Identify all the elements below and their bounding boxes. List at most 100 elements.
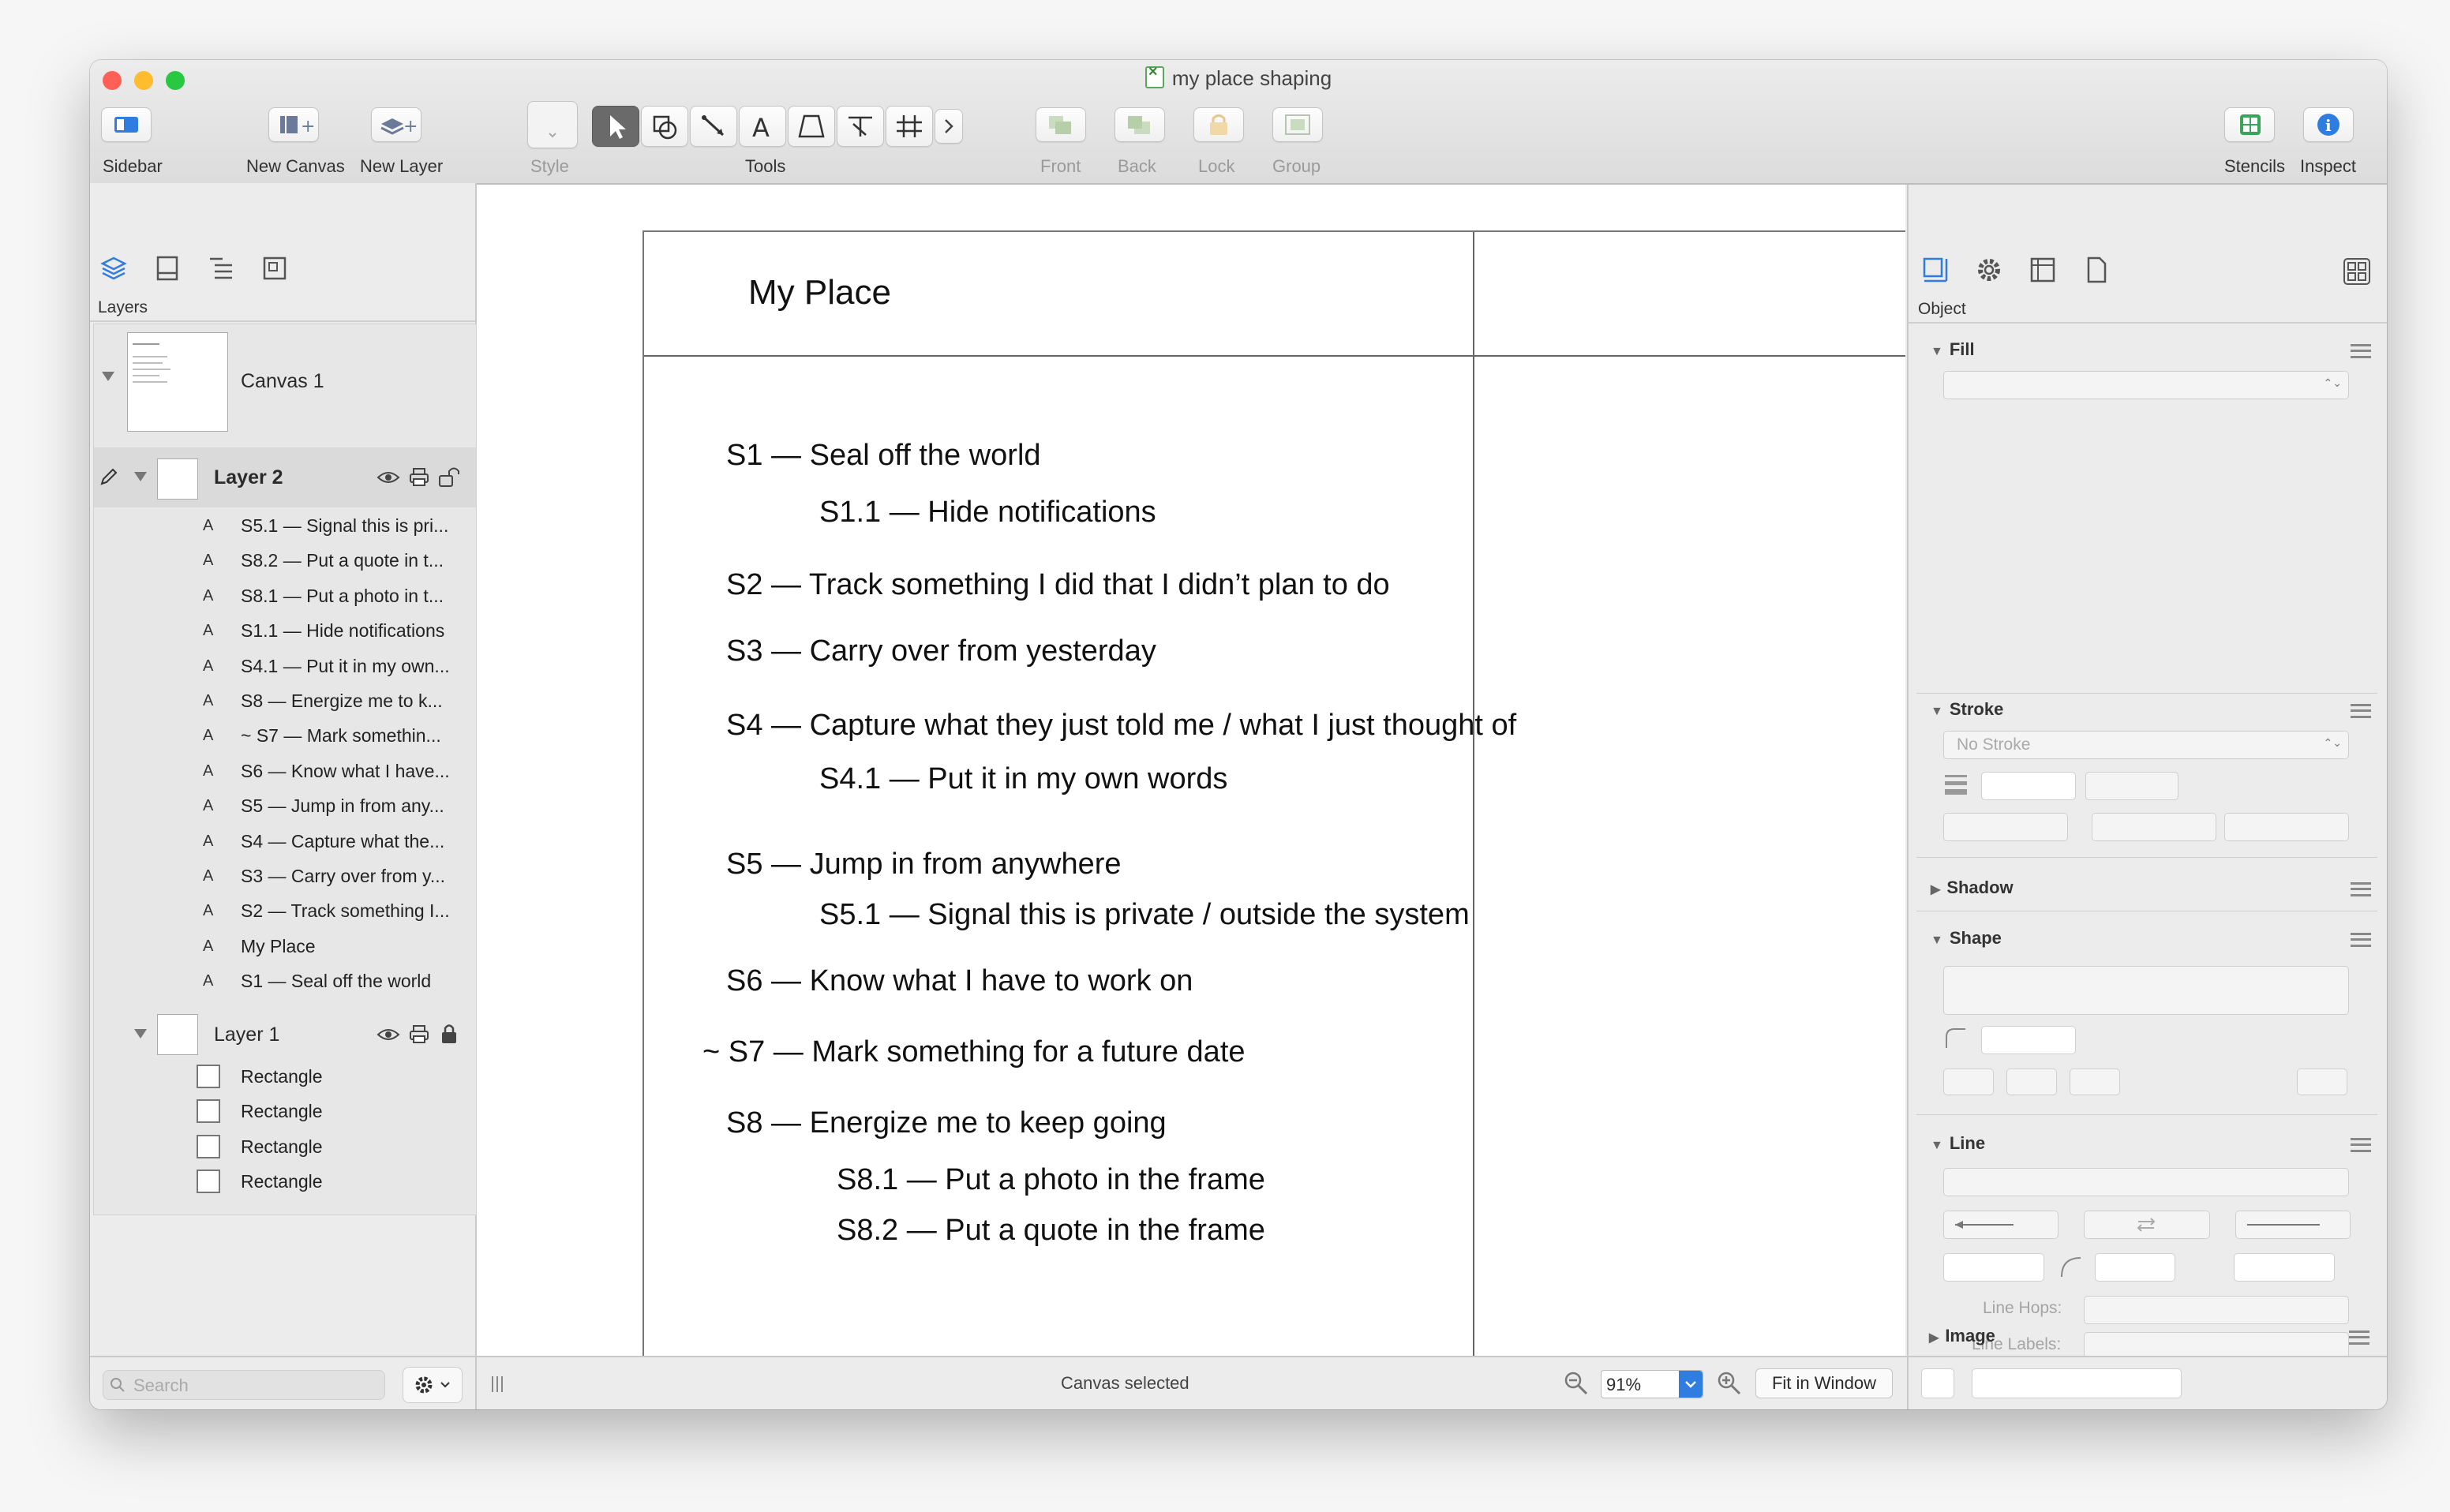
object-inspector-tab-icon[interactable]	[1920, 254, 1951, 286]
layer-item-row[interactable]: A S8 — Energize me to k...	[94, 684, 476, 719]
outline-tab-icon[interactable]	[205, 253, 237, 284]
inspect-button[interactable]: i	[2303, 107, 2354, 142]
lock-icon[interactable]	[438, 1022, 460, 1046]
layer-item-row[interactable]: Rectangle	[94, 1060, 476, 1095]
layer-item-row[interactable]: A S3 — Carry over from y...	[94, 859, 476, 894]
selection-tab-icon[interactable]	[259, 253, 290, 284]
layer-row-layer-1[interactable]: Layer 1	[94, 1009, 476, 1058]
shape-convert-button[interactable]	[2297, 1069, 2347, 1095]
line-cap-control[interactable]	[2224, 813, 2349, 841]
canvas-area[interactable]: My Place S1 — Seal off the world S1.1 — H…	[477, 185, 1905, 1357]
zoom-field[interactable]: 91%	[1601, 1370, 1703, 1398]
layer-item-row[interactable]: A ~ S7 — Mark somethin...	[94, 719, 476, 754]
fit-in-window-button[interactable]: Fit in Window	[1755, 1368, 1893, 1398]
search-input[interactable]: Search	[103, 1370, 385, 1400]
canvas-text-line[interactable]: S5.1 — Signal this is private / outside …	[819, 898, 1470, 932]
line-tail-select[interactable]	[1943, 1211, 2059, 1239]
canvas-text-line[interactable]: S4 — Capture what they just told me / wh…	[726, 709, 1516, 743]
canvas-title-text[interactable]: My Place	[748, 273, 891, 313]
pointer-tool[interactable]	[592, 106, 639, 147]
fill-menu-icon[interactable]	[2351, 344, 2371, 358]
layer-item-row[interactable]: Rectangle	[94, 1165, 476, 1199]
layer-item-row[interactable]: A S5.1 — Signal this is pri...	[94, 509, 476, 544]
canvas-text-line[interactable]: ~ S7 — Mark something for a future date	[702, 1035, 1246, 1069]
layer-row-layer-2[interactable]: Layer 2	[94, 447, 476, 507]
layers-tab-icon[interactable]	[98, 253, 129, 284]
line-type-select[interactable]	[1943, 1168, 2349, 1196]
canvas-row[interactable]: Canvas 1	[94, 324, 476, 443]
action-menu-button[interactable]	[403, 1367, 463, 1403]
canvas-text-line[interactable]: S8.2 — Put a quote in the frame	[837, 1214, 1265, 1248]
line-corner-radius-field[interactable]	[2095, 1253, 2175, 1282]
more-tools-button[interactable]	[935, 109, 963, 144]
canvas-text-line[interactable]: S3 — Carry over from yesterday	[726, 634, 1156, 668]
shape-union-button[interactable]	[1943, 1069, 1994, 1095]
canvas-text-line[interactable]: S4.1 — Put it in my own words	[819, 762, 1227, 796]
layer-item-row[interactable]: A S8.1 — Put a photo in t...	[94, 579, 476, 614]
stroke-type-select[interactable]: No Stroke ⌃⌄	[1943, 731, 2349, 759]
printer-icon[interactable]	[408, 1024, 430, 1046]
stroke-section-header[interactable]: ▼ Stroke	[1931, 699, 2003, 720]
canvas-text-line[interactable]: S2 — Track something I did that I didn’t…	[726, 568, 1390, 602]
layer-item-row[interactable]: Rectangle	[94, 1130, 476, 1165]
layer-item-row[interactable]: A S2 — Track something I...	[94, 894, 476, 929]
shape-tool[interactable]	[641, 106, 688, 147]
canvas-text-line[interactable]: S8.1 — Put a photo in the frame	[837, 1163, 1265, 1197]
disclosure-triangle-icon[interactable]	[132, 468, 149, 485]
fill-type-select[interactable]: ⌃⌄	[1943, 371, 2349, 399]
layer-item-row[interactable]: A S4.1 — Put it in my own...	[94, 649, 476, 684]
layer-item-row[interactable]: A S4 — Capture what the...	[94, 825, 476, 859]
front-button[interactable]	[1036, 107, 1086, 142]
shape-intersect-button[interactable]	[2006, 1069, 2057, 1095]
layer-item-row[interactable]: A S1.1 — Hide notifications	[94, 614, 476, 649]
line-menu-icon[interactable]	[2351, 1138, 2371, 1152]
unlock-icon[interactable]	[436, 465, 462, 488]
corner-radius-field[interactable]	[1981, 1026, 2076, 1054]
resize-handle-icon[interactable]	[488, 1375, 507, 1394]
corner-style-control[interactable]	[2092, 813, 2216, 841]
image-section-header[interactable]: ▶ Image	[1929, 1326, 1995, 1346]
diagram-tool[interactable]	[886, 106, 933, 147]
layer-item-row[interactable]: A S6 — Know what I have...	[94, 754, 476, 789]
layer-item-row[interactable]: A My Place	[94, 930, 476, 964]
document-inspector-icon[interactable]	[2081, 254, 2112, 286]
disclosure-triangle-icon[interactable]	[99, 367, 118, 386]
point-editor-tool[interactable]	[837, 106, 884, 147]
stroke-width-field[interactable]	[1981, 772, 2076, 800]
stencils-button[interactable]	[2224, 107, 2275, 142]
stroke-pattern-select[interactable]	[1943, 813, 2068, 841]
line-hops-select[interactable]	[2084, 1296, 2349, 1324]
shadow-menu-icon[interactable]	[2351, 882, 2371, 896]
shape-menu-icon[interactable]	[2351, 933, 2371, 947]
style-name-field[interactable]	[1972, 1368, 2182, 1398]
shape-subtract-button[interactable]	[2070, 1069, 2120, 1095]
style-well[interactable]	[527, 101, 578, 148]
canvas-inspector-icon[interactable]	[2027, 254, 2059, 286]
swap-ends-button[interactable]	[2084, 1211, 2210, 1239]
lock-button[interactable]	[1193, 107, 1244, 142]
line-tool[interactable]	[690, 106, 737, 147]
shadow-section-header[interactable]: ▶ Shadow	[1931, 878, 2014, 898]
disclosure-triangle-icon[interactable]	[132, 1025, 149, 1042]
layer-item-row[interactable]: Rectangle	[94, 1095, 476, 1129]
line-head-select[interactable]	[2235, 1211, 2351, 1239]
layer-item-row[interactable]: A S1 — Seal off the world	[94, 964, 476, 999]
grid-view-icon[interactable]	[2341, 256, 2373, 287]
printer-icon[interactable]	[408, 466, 430, 488]
shape-picker[interactable]	[1943, 966, 2349, 1015]
zoom-dropdown-button[interactable]	[1679, 1371, 1703, 1398]
line-section-header[interactable]: ▼ Line	[1931, 1133, 1985, 1154]
back-button[interactable]	[1114, 107, 1165, 142]
canvas-text-line[interactable]: S1 — Seal off the world	[726, 439, 1041, 473]
stroke-menu-icon[interactable]	[2351, 704, 2371, 718]
canvas-text-line[interactable]: S1.1 — Hide notifications	[819, 496, 1156, 530]
style-swatch[interactable]	[1921, 1368, 1954, 1398]
line-tail-offset-field[interactable]	[1943, 1253, 2044, 1282]
text-tool[interactable]: A	[739, 106, 786, 147]
eye-icon[interactable]	[376, 1025, 400, 1044]
layer-item-row[interactable]: A S5 — Jump in from any...	[94, 789, 476, 824]
canvas-page[interactable]: My Place S1 — Seal off the world S1.1 — H…	[642, 230, 1905, 1357]
sidebar-button[interactable]	[101, 107, 152, 142]
new-layer-button[interactable]: +	[371, 107, 421, 142]
line-head-offset-field[interactable]	[2234, 1253, 2335, 1282]
